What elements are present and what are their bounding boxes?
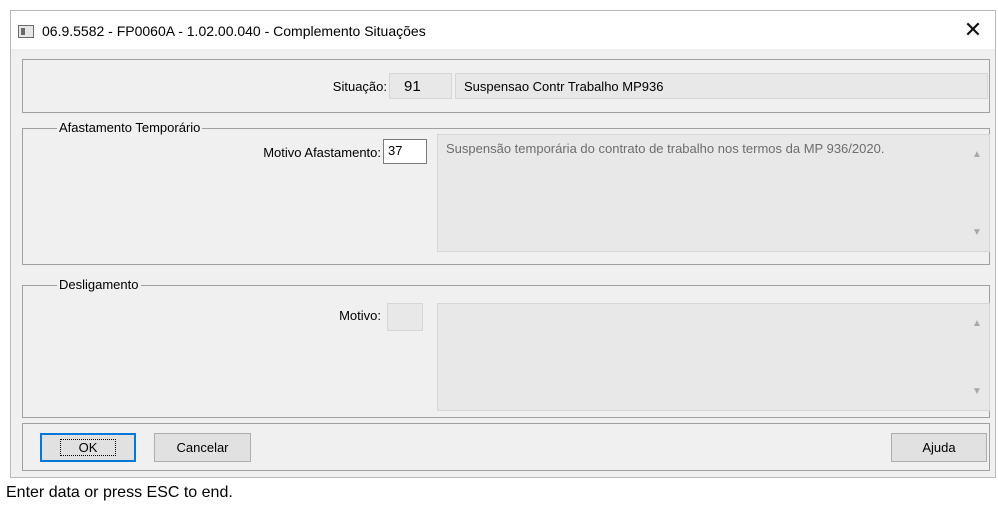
afastamento-group-title: Afastamento Temporário <box>57 120 203 135</box>
ok-button[interactable]: OK <box>40 433 136 462</box>
close-icon[interactable]: ✕ <box>951 11 995 49</box>
motivo-afastamento-input[interactable]: 37 <box>383 139 427 164</box>
motivo-desligamento-input[interactable] <box>387 303 423 331</box>
window-title: 06.9.5582 - FP0060A - 1.02.00.040 - Comp… <box>42 23 426 39</box>
motivo-afastamento-memo: Suspensão temporária do contrato de trab… <box>437 134 990 252</box>
title-bar[interactable]: 06.9.5582 - FP0060A - 1.02.00.040 - Comp… <box>11 11 995 49</box>
scroll-up-icon[interactable]: ▲ <box>971 318 983 330</box>
scroll-down-icon[interactable]: ▼ <box>971 386 983 398</box>
motivo-desligamento-memo: ▲ ▼ <box>437 303 990 411</box>
status-message: Enter data or press ESC to end. <box>6 484 233 501</box>
dialog-window: 06.9.5582 - FP0060A - 1.02.00.040 - Comp… <box>10 10 996 478</box>
situacao-panel: Situação: 91 Suspensao Contr Trabalho MP… <box>22 59 990 113</box>
ok-button-label: OK <box>59 439 117 456</box>
window-app-icon[interactable] <box>18 25 34 38</box>
situacao-code: 91 <box>389 73 452 99</box>
help-button[interactable]: Ajuda <box>891 433 987 462</box>
scroll-up-icon[interactable]: ▲ <box>971 149 983 161</box>
desligamento-group-title: Desligamento <box>57 277 141 292</box>
desligamento-group: Desligamento Motivo: ▲ ▼ <box>22 277 990 418</box>
motivo-afastamento-text: Suspensão temporária do contrato de trab… <box>446 141 885 156</box>
motivo-desligamento-label: Motivo: <box>339 308 381 323</box>
cancel-button[interactable]: Cancelar <box>154 433 251 462</box>
motivo-afastamento-label: Motivo Afastamento: <box>263 145 381 160</box>
status-bar: Enter data or press ESC to end. <box>0 480 998 507</box>
scroll-down-icon[interactable]: ▼ <box>971 227 983 239</box>
situacao-label: Situação: <box>332 79 387 94</box>
button-bar: OK Cancelar Ajuda <box>22 423 990 471</box>
afastamento-group: Afastamento Temporário Motivo Afastament… <box>22 120 990 265</box>
situacao-description: Suspensao Contr Trabalho MP936 <box>455 73 988 99</box>
